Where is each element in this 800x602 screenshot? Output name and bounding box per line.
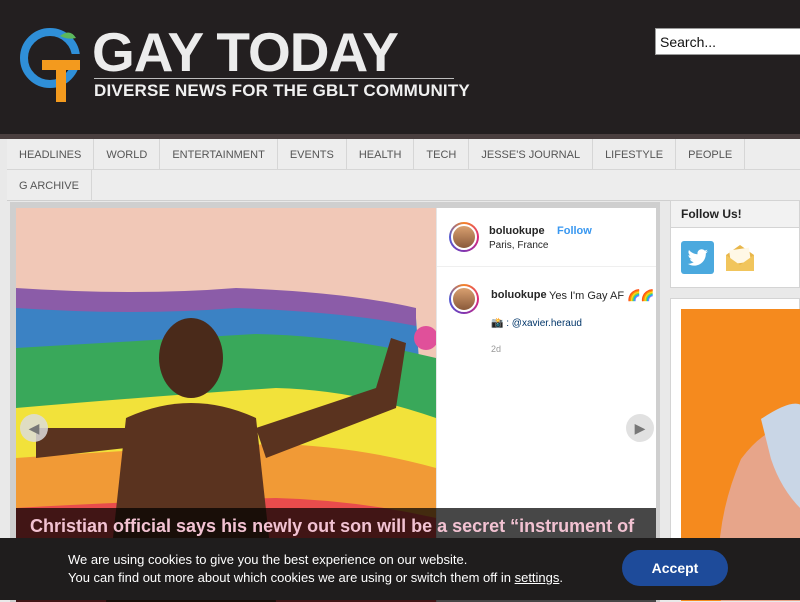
slider-prev-button[interactable]: ◀ [20,414,48,442]
divider [437,266,656,267]
site-title: GAY TODAY [92,21,399,83]
cookie-line-2: You can find out more about which cookie… [68,569,563,587]
avatar[interactable] [449,222,479,252]
slide-headline[interactable]: Christian official says his newly out so… [30,516,634,537]
nav-item-headlines[interactable]: HEADLINES [7,139,95,170]
chevron-right-icon: ▶ [634,419,646,436]
nav-item-people[interactable]: PEOPLE [676,139,746,170]
site-header: GAY TODAY DIVERSE NEWS FOR THE GBLT COMM… [0,0,800,134]
avatar[interactable] [449,284,479,314]
cookie-line-2-suffix: . [559,570,564,585]
main-nav: HEADLINES WORLD ENTERTAINMENT EVENTS HEA… [7,139,800,201]
nav-item-events[interactable]: EVENTS [278,139,347,170]
instagram-username[interactable]: boluokupe [489,225,545,237]
nav-item-g-archive[interactable]: G ARCHIVE [7,170,92,201]
nav-row: G ARCHIVE [7,170,92,201]
nav-item-world[interactable]: WORLD [94,139,161,170]
instagram-timestamp: 2d [491,344,502,354]
nav-row: HEADLINES WORLD ENTERTAINMENT EVENTS HEA… [7,139,800,170]
instagram-follow-link[interactable]: Follow [557,225,592,237]
follow-us-widget: Follow Us! [670,200,800,288]
cookie-banner: We are using cookies to give you the bes… [0,538,800,600]
nav-item-entertainment[interactable]: ENTERTAINMENT [160,139,278,170]
cookie-line-2-prefix: You can find out more about which cookie… [68,570,515,585]
twitter-button[interactable] [681,241,714,274]
instagram-caption: Yes I'm Gay AF 🌈🌈 [549,290,655,302]
instagram-post-username[interactable]: boluokupe [491,289,547,301]
chevron-left-icon: ◀ [28,419,40,436]
logo-mark-icon [20,28,80,102]
mail-button[interactable] [723,241,756,274]
nav-item-health[interactable]: HEALTH [347,139,415,170]
site-tagline: DIVERSE NEWS FOR THE GBLT COMMUNITY [94,78,470,101]
cookie-message: We are using cookies to give you the bes… [68,551,563,587]
nav-item-jesses-journal[interactable]: JESSE'S JOURNAL [469,139,594,170]
slider-next-button[interactable]: ▶ [626,414,654,442]
mail-icon [725,244,754,271]
twitter-icon [687,248,708,266]
cookie-line-1: We are using cookies to give you the bes… [68,552,468,567]
accept-cookies-button[interactable]: Accept [622,550,728,586]
nav-item-lifestyle[interactable]: LIFESTYLE [593,139,677,170]
instagram-location[interactable]: Paris, France [489,240,548,251]
instagram-photo-credit[interactable]: 📸 : @xavier.heraud [491,318,582,329]
widget-title: Follow Us! [671,201,799,228]
cookie-settings-link[interactable]: settings [515,570,560,585]
site-logo[interactable]: GAY TODAY DIVERSE NEWS FOR THE GBLT COMM… [20,22,470,110]
search-input[interactable] [655,28,800,55]
nav-item-tech[interactable]: TECH [414,139,470,170]
